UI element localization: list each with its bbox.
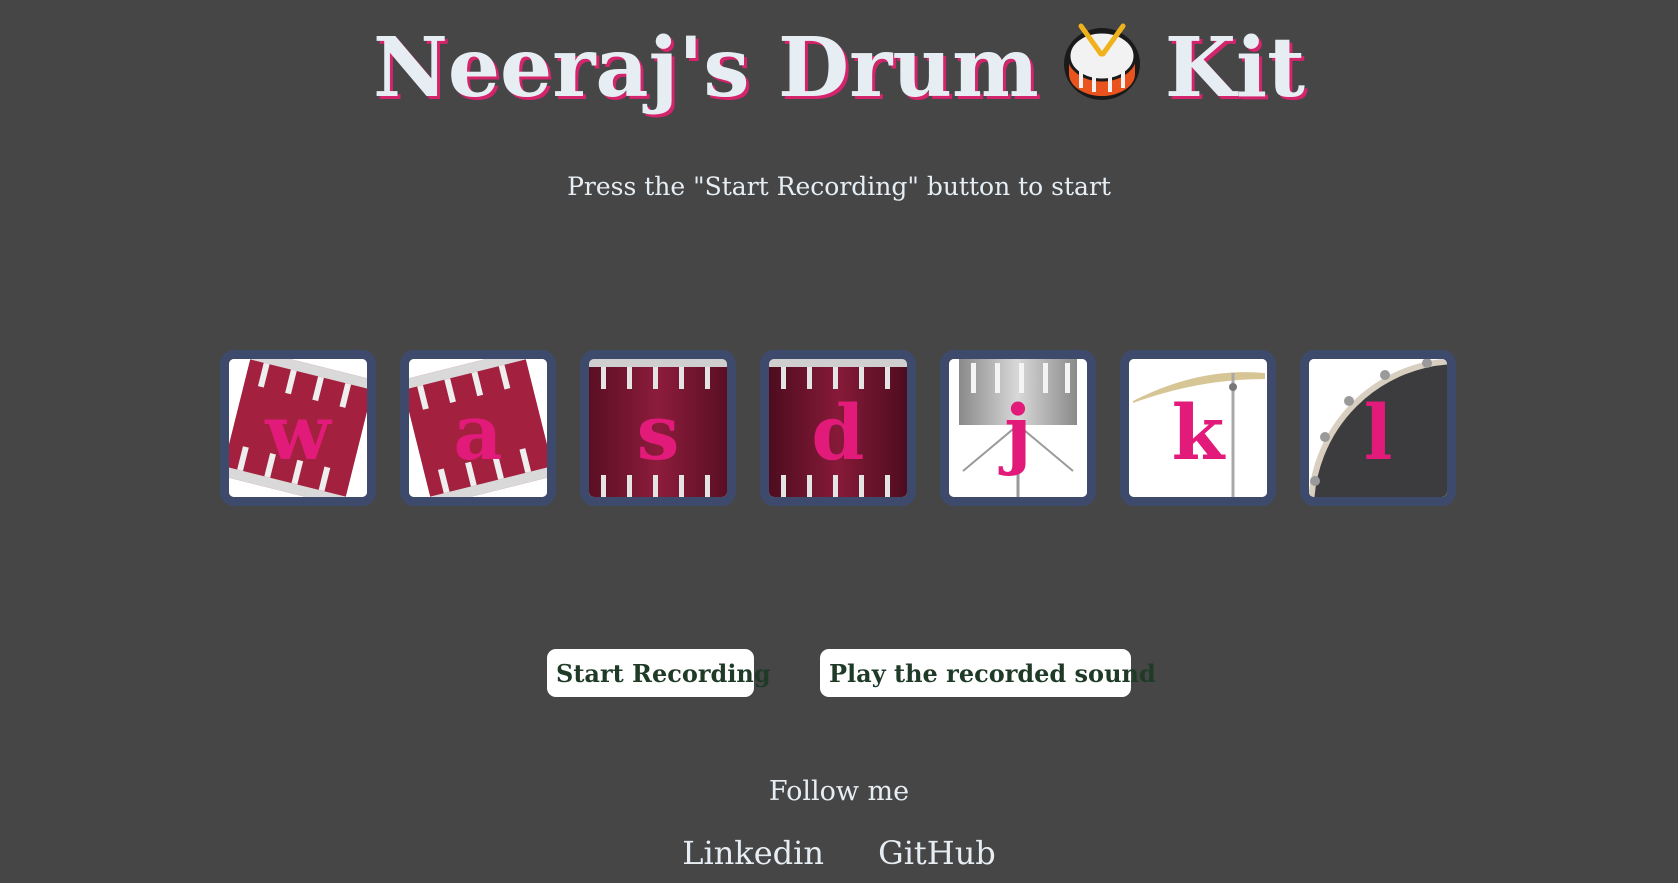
instructions-text: Press the "Start Recording" button to st… [567, 172, 1111, 201]
follow-me-label: Follow me [768, 776, 910, 807]
title-text-end: Kit [1164, 20, 1306, 116]
drum-pad-w[interactable]: w [220, 350, 376, 506]
title-text-start: Neeraj's Drum [372, 20, 1039, 116]
drum-pad-d[interactable]: d [760, 350, 916, 506]
pad-key-label: s [636, 388, 680, 477]
start-recording-button[interactable]: Start Recording [547, 649, 771, 697]
pad-key-label: w [265, 388, 331, 477]
drum-pad-l[interactable]: l [1300, 350, 1456, 506]
linkedin-link[interactable]: Linkedin [682, 834, 824, 872]
drum-pad-j[interactable]: j [940, 350, 1096, 506]
drum-pads: w a s d j k l [220, 350, 1460, 506]
pad-key-label: l [1363, 388, 1393, 477]
drum-pad-a[interactable]: a [400, 350, 556, 506]
pad-key-label: j [1004, 388, 1032, 477]
page-title: Neeraj's Drum Kit [0, 18, 1678, 116]
social-links: Linkedin GitHub [0, 834, 1678, 872]
pad-key-label: a [453, 388, 503, 477]
drum-icon [1059, 18, 1145, 104]
github-link[interactable]: GitHub [878, 834, 996, 872]
pad-key-label: k [1171, 388, 1225, 477]
drum-kit-page: Neeraj's Drum Kit Press the "Start Recor… [0, 0, 1678, 883]
play-recording-button[interactable]: Play the recorded sound [820, 649, 1156, 697]
drum-pad-s[interactable]: s [580, 350, 736, 506]
drum-pad-k[interactable]: k [1120, 350, 1276, 506]
pad-key-label: d [811, 388, 865, 477]
